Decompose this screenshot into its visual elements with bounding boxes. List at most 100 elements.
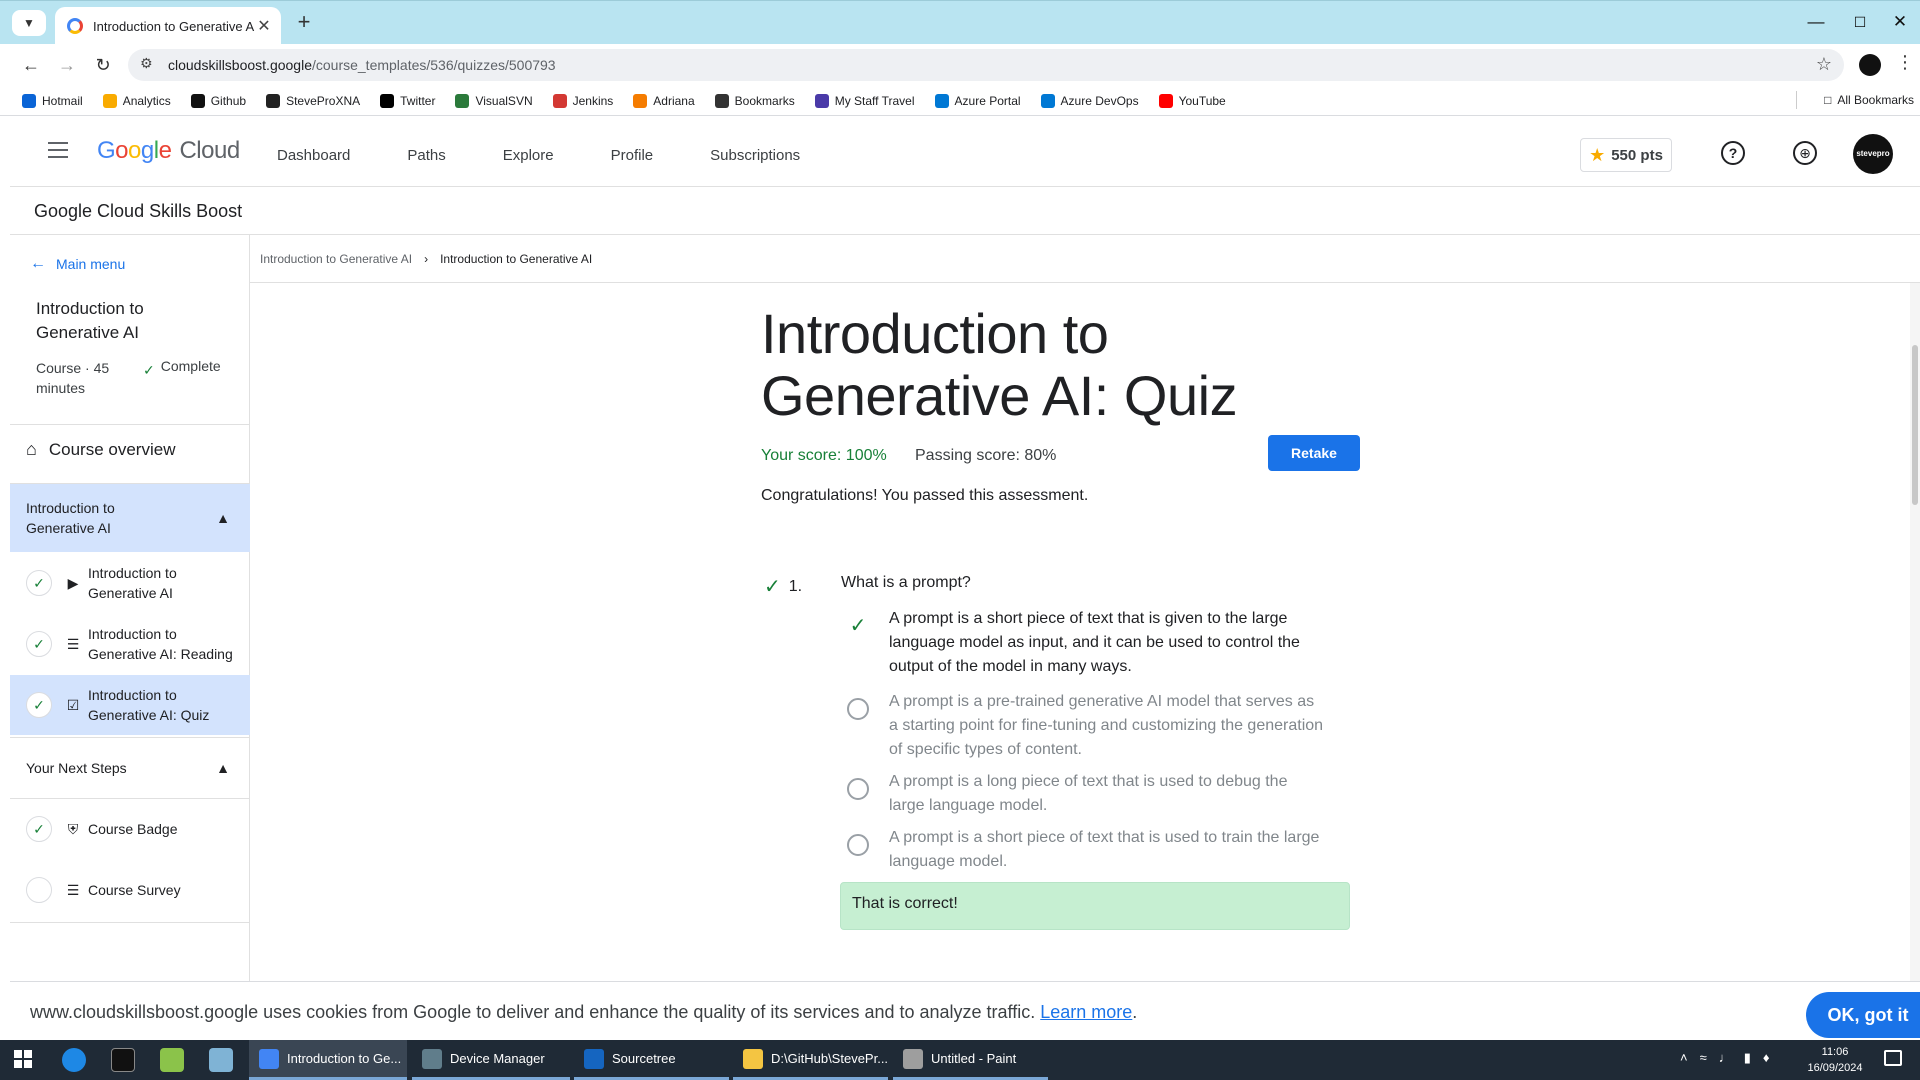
windows-start-icon[interactable] (14, 1050, 32, 1068)
scrollbar[interactable] (1910, 283, 1920, 981)
logo-cloud-text: Cloud (179, 137, 240, 164)
section-next-steps[interactable]: Your Next Steps ▲ (10, 738, 250, 798)
check-circle-icon: ✓ (26, 570, 52, 596)
bookmark-azure-portal[interactable]: Azure Portal (934, 93, 1021, 108)
taskbar-app[interactable]: D:\GitHub\StevePr... (733, 1040, 888, 1080)
taskbar-app[interactable]: Untitled - Paint (893, 1040, 1048, 1080)
taskbar-app[interactable]: Sourcetree (574, 1040, 729, 1080)
taskbar-app-icon (903, 1048, 923, 1069)
divider (10, 424, 250, 425)
answer-option[interactable]: A prompt is a long piece of text that is… (847, 770, 1327, 818)
bookmark-label: Hotmail (42, 93, 83, 108)
bookmark-twitter[interactable]: Twitter (380, 93, 435, 108)
bookmark-steveproxna[interactable]: SteveProXNA (266, 93, 360, 108)
main-menu-link[interactable]: ← Main menu (30, 255, 125, 273)
bookmark-analytics[interactable]: Analytics (102, 93, 171, 108)
chevron-up-icon[interactable]: ▲ (216, 508, 230, 528)
notepad-icon[interactable] (160, 1048, 184, 1072)
taskbar-app-icon (259, 1048, 279, 1069)
address-bar[interactable]: ⚙ cloudskillsboost.google/course_templat… (128, 49, 1844, 81)
document-icon: ☰ (66, 882, 80, 898)
avatar[interactable]: stevepro studios (1853, 134, 1893, 198)
site-info-icon[interactable]: ⚙ (140, 55, 153, 72)
main-nav: Dashboard Paths Explore Profile Subscription… (277, 147, 857, 164)
minimize-button[interactable]: — (1796, 9, 1836, 35)
bookmark-favicon-icon (102, 93, 117, 108)
google-cloud-logo[interactable]: Google Cloud (97, 137, 240, 165)
answer-option[interactable]: ✓ A prompt is a short piece of text that … (847, 607, 1327, 679)
bookmark-jenkins[interactable]: Jenkins (552, 93, 614, 108)
bookmark-label: Bookmarks (734, 93, 795, 108)
chevron-up-icon[interactable]: ▲ (216, 758, 230, 778)
close-tab-icon[interactable]: ✕ (255, 16, 273, 36)
browser-tab[interactable]: Introduction to Generative AI: C ✕ (55, 7, 281, 45)
radio-button[interactable] (847, 698, 869, 720)
bookmark-my-staff-travel[interactable]: My Staff Travel (814, 93, 915, 108)
bookmark-visualsvn[interactable]: VisualSVN (455, 93, 533, 108)
taskbar-app[interactable]: Device Manager (412, 1040, 570, 1080)
nav-profile[interactable]: Profile (611, 147, 654, 164)
terminal-icon[interactable] (111, 1048, 135, 1072)
tab-search-button[interactable]: ▼ (12, 10, 46, 36)
taskbar-clock[interactable]: 11:06 16/09/2024 (1795, 1044, 1875, 1076)
sidebar-item-introduction-to-generative-ai-quiz[interactable]: ✓ ☑ Introduction to Generative AI: Quiz (10, 675, 250, 735)
chevron-up-icon[interactable]: ˄ (1680, 1050, 1688, 1066)
notification-icon[interactable] (1884, 1050, 1902, 1066)
retake-button[interactable]: Retake (1268, 435, 1360, 471)
nav-subscriptions[interactable]: Subscriptions (710, 147, 800, 164)
all-bookmarks-button[interactable]: □ All Bookmarks (1796, 91, 1914, 109)
bookmark-bookmarks[interactable]: Bookmarks (714, 93, 795, 108)
hamburger-menu-icon[interactable] (48, 142, 68, 158)
radio-button[interactable] (847, 834, 869, 856)
volume-icon[interactable]: ♩ (1719, 1050, 1732, 1066)
sidebar-item-introduction-to-generative-ai-reading[interactable]: ✓ ☰ Introduction to Generative AI: Reading (10, 614, 250, 674)
bookmark-hotmail[interactable]: Hotmail (22, 93, 83, 108)
sidebar-item-course-badge[interactable]: ✓ ⛨ Course Badge (10, 799, 250, 859)
nav-dashboard[interactable]: Dashboard (277, 147, 350, 164)
course-meta: Course · 45 minutes (36, 360, 110, 396)
breadcrumb-link[interactable]: Introduction to Generative AI (260, 252, 412, 266)
taskbar-app-label: Sourcetree (612, 1051, 676, 1066)
nav-explore[interactable]: Explore (503, 147, 554, 164)
globe-language-icon[interactable]: ⊕ (1793, 141, 1817, 165)
profile-avatar-icon[interactable] (1859, 54, 1881, 76)
system-tray: ˄ ≈ ♩ ▮ ♦ (1680, 1050, 1770, 1066)
bookmark-github[interactable]: Github (190, 93, 246, 108)
answer-option[interactable]: A prompt is a pre-trained generative AI … (847, 690, 1327, 762)
file-app-icon[interactable] (209, 1048, 233, 1072)
answer-option[interactable]: A prompt is a short piece of text that i… (847, 826, 1327, 874)
back-button[interactable]: ← (18, 52, 44, 78)
section-introduction[interactable]: Introduction to Generative AI ▲ (10, 484, 250, 552)
learn-more-link[interactable]: Learn more (1040, 1002, 1132, 1022)
maximize-button[interactable]: ☐ (1840, 9, 1880, 35)
close-window-button[interactable]: ✕ (1880, 9, 1920, 35)
bookmark-star-icon[interactable]: ☆ (1816, 54, 1832, 75)
bookmark-favicon-icon (190, 93, 205, 108)
course-overview-link[interactable]: ⌂ Course overview (26, 439, 175, 460)
bookmark-label: Jenkins (572, 93, 614, 108)
quiz-main: Introduction to Generative AI › Introduc… (250, 235, 1920, 981)
sidebar-item-course-survey[interactable]: ☰ Course Survey (10, 860, 250, 920)
bookmark-adriana[interactable]: Adriana (633, 93, 695, 108)
scrollbar-thumb[interactable] (1912, 345, 1918, 505)
browser-menu-icon[interactable]: ⋮ (1896, 52, 1914, 73)
cookie-ok-button[interactable]: OK, got it (1806, 992, 1920, 1038)
dropbox-icon[interactable]: ♦ (1763, 1050, 1770, 1066)
taskbar-app[interactable]: Introduction to Ge... (249, 1040, 407, 1080)
url-path: /course_templates/536/quizzes/500793 (311, 57, 556, 73)
reload-button[interactable]: ↻ (90, 52, 116, 78)
points-badge[interactable]: ★ 550 pts (1580, 138, 1672, 172)
battery-icon[interactable]: ▮ (1744, 1050, 1751, 1066)
bookmark-youtube[interactable]: YouTube (1158, 93, 1226, 108)
bookmark-azure-devops[interactable]: Azure DevOps (1040, 93, 1139, 108)
forward-button[interactable]: → (54, 52, 80, 78)
help-icon[interactable]: ? (1721, 141, 1745, 165)
radio-button[interactable] (847, 778, 869, 800)
network-icon[interactable]: ≈ (1700, 1050, 1707, 1066)
edge-browser-icon[interactable] (62, 1048, 86, 1072)
new-tab-button[interactable]: + (292, 11, 316, 35)
chevron-right-icon: › (424, 252, 429, 266)
sidebar-item-introduction-to-generative-ai[interactable]: ✓ ▶ Introduction to Generative AI (10, 553, 250, 613)
quiz-icon: ☑ (66, 697, 80, 713)
nav-paths[interactable]: Paths (407, 147, 445, 164)
